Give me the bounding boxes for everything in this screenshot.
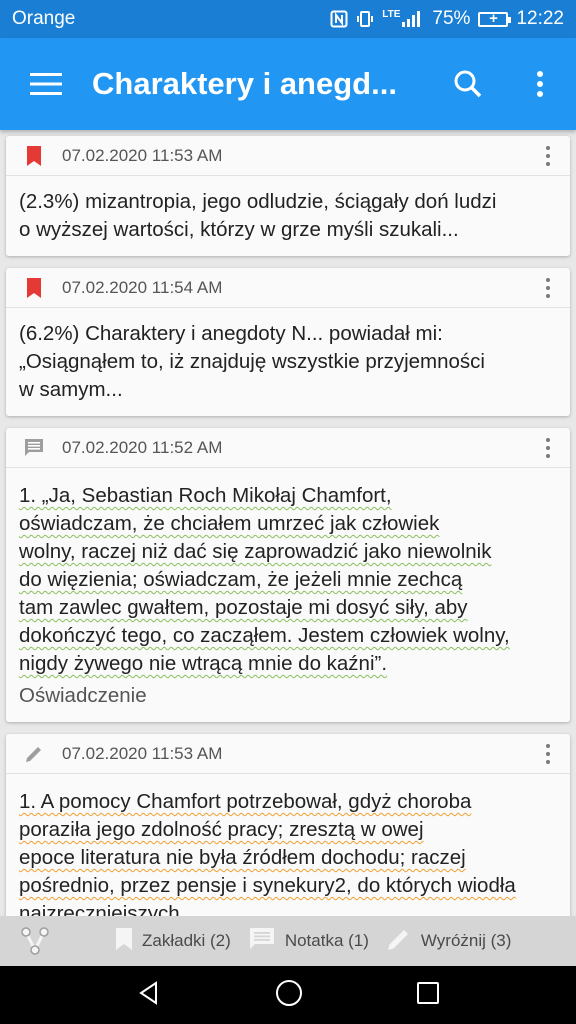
tab-label: Wyróżnij (3): [420, 931, 512, 950]
battery-percent: 75%: [432, 8, 471, 29]
annotation-card-highlight[interactable]: 07.02.2020 11:53 AM 1. A pomocy Chamfort…: [6, 734, 570, 916]
menu-icon[interactable]: [0, 38, 92, 130]
card-line: tam zawlec gwałtem, pozostaje mi dosyć s…: [19, 596, 468, 619]
card-header: 07.02.2020 11:53 AM: [6, 136, 570, 176]
filter-bar: Zakładki (2) Notatka (1) Wyróżnij (3): [0, 916, 576, 966]
annotations-list[interactable]: 07.02.2020 11:53 AM (2.3%) mizantropia, …: [0, 130, 576, 916]
card-line: nigdy żywego nie wtrącą mnie do kaźni”.: [19, 652, 388, 675]
tab-label: Zakładki (2): [142, 931, 231, 950]
clock: 12:22: [516, 8, 564, 29]
comment-icon: [24, 437, 44, 459]
card-header: 07.02.2020 11:53 AM: [6, 734, 570, 774]
card-line: o wyższej wartości, którzy w grze myśli …: [19, 218, 459, 241]
card-date: 07.02.2020 11:52 AM: [62, 437, 223, 457]
card-line: (2.3%) mizantropia, jego odludzie, ściąg…: [19, 190, 497, 213]
bookmark-icon: [24, 277, 44, 299]
home-icon[interactable]: [275, 979, 303, 1012]
card-date: 07.02.2020 11:54 AM: [62, 277, 223, 297]
card-line: najzręczniejszych.: [19, 902, 186, 916]
recents-icon[interactable]: [416, 981, 440, 1010]
card-line: 1. A pomocy Chamfort potrzebował, gdyż c…: [19, 790, 472, 813]
card-more-icon[interactable]: [536, 742, 560, 766]
card-line: wolny, raczej niż dać się zaprowadzić ja…: [19, 540, 492, 563]
search-icon[interactable]: [432, 38, 504, 130]
annotation-card-note[interactable]: 07.02.2020 11:52 AM 1. „Ja, Sebastian Ro…: [6, 428, 570, 722]
card-line: do więzienia; oświadczam, że jeżeli mnie…: [19, 568, 463, 591]
tab-highlights[interactable]: Wyróżnij (3): [387, 927, 512, 956]
card-text: 1. A pomocy Chamfort potrzebował, gdyż c…: [6, 774, 570, 916]
card-header: 07.02.2020 11:52 AM: [6, 428, 570, 468]
carrier-name: Orange: [12, 8, 76, 29]
card-line: epoce literatura nie była źródłem dochod…: [19, 846, 466, 869]
card-header: 07.02.2020 11:54 AM: [6, 268, 570, 308]
tab-bookmarks[interactable]: Zakładki (2): [116, 927, 231, 955]
system-nav-bar: [0, 966, 576, 1024]
network-type: LTE: [382, 9, 401, 20]
comment-icon: [249, 927, 275, 956]
share-icon[interactable]: [0, 916, 70, 966]
card-line: pośrednio, przez pensje i synekury2, do …: [19, 874, 516, 897]
card-more-icon[interactable]: [536, 436, 560, 460]
card-text: (2.3%) mizantropia, jego odludzie, ściąg…: [6, 176, 570, 256]
card-line: (6.2%) Charaktery i anegdoty N... powiad…: [19, 322, 443, 345]
app-bar: Charaktery i anegd...: [0, 38, 576, 130]
annotation-card-bookmark[interactable]: 07.02.2020 11:54 AM (6.2%) Charaktery i …: [6, 268, 570, 416]
bookmark-icon: [24, 145, 44, 167]
bookmark-icon: [116, 927, 132, 955]
card-line: „Osiągnąłem to, iż znajduję wszystkie pr…: [19, 350, 485, 373]
pencil-icon: [24, 743, 44, 765]
card-more-icon[interactable]: [536, 144, 560, 168]
card-text: 1. „Ja, Sebastian Roch Mikołaj Chamfort,…: [6, 468, 570, 722]
page-title: Charaktery i anegd...: [92, 66, 397, 101]
card-date: 07.02.2020 11:53 AM: [62, 145, 223, 165]
card-line: w samym...: [19, 378, 123, 401]
card-line: poraziła jego zdolność pracy; zresztą w …: [19, 818, 424, 841]
annotation-card-bookmark[interactable]: 07.02.2020 11:53 AM (2.3%) mizantropia, …: [6, 136, 570, 256]
lte-signal-icon: LTE: [382, 9, 424, 29]
card-date: 07.02.2020 11:53 AM: [62, 743, 223, 763]
card-line: dokończyć tego, co zacząłem. Jestem czło…: [19, 624, 510, 647]
card-text: (6.2%) Charaktery i anegdoty N... powiad…: [6, 308, 570, 416]
nfc-icon: [330, 10, 348, 28]
more-vert-icon[interactable]: [504, 38, 576, 130]
battery-icon: +: [478, 10, 512, 27]
status-bar: Orange LTE 75% + 12:22: [0, 0, 576, 38]
card-line: 1. „Ja, Sebastian Roch Mikołaj Chamfort,: [19, 484, 392, 507]
vibrate-icon: [356, 10, 374, 28]
tab-label: Notatka (1): [284, 931, 369, 950]
card-note: Oświadczenie: [19, 684, 147, 707]
pencil-icon: [387, 927, 411, 956]
back-icon[interactable]: [136, 980, 162, 1011]
card-line: oświadczam, że chciałem umrzeć jak człow…: [19, 512, 440, 535]
card-more-icon[interactable]: [536, 276, 560, 300]
tab-notes[interactable]: Notatka (1): [249, 927, 369, 956]
